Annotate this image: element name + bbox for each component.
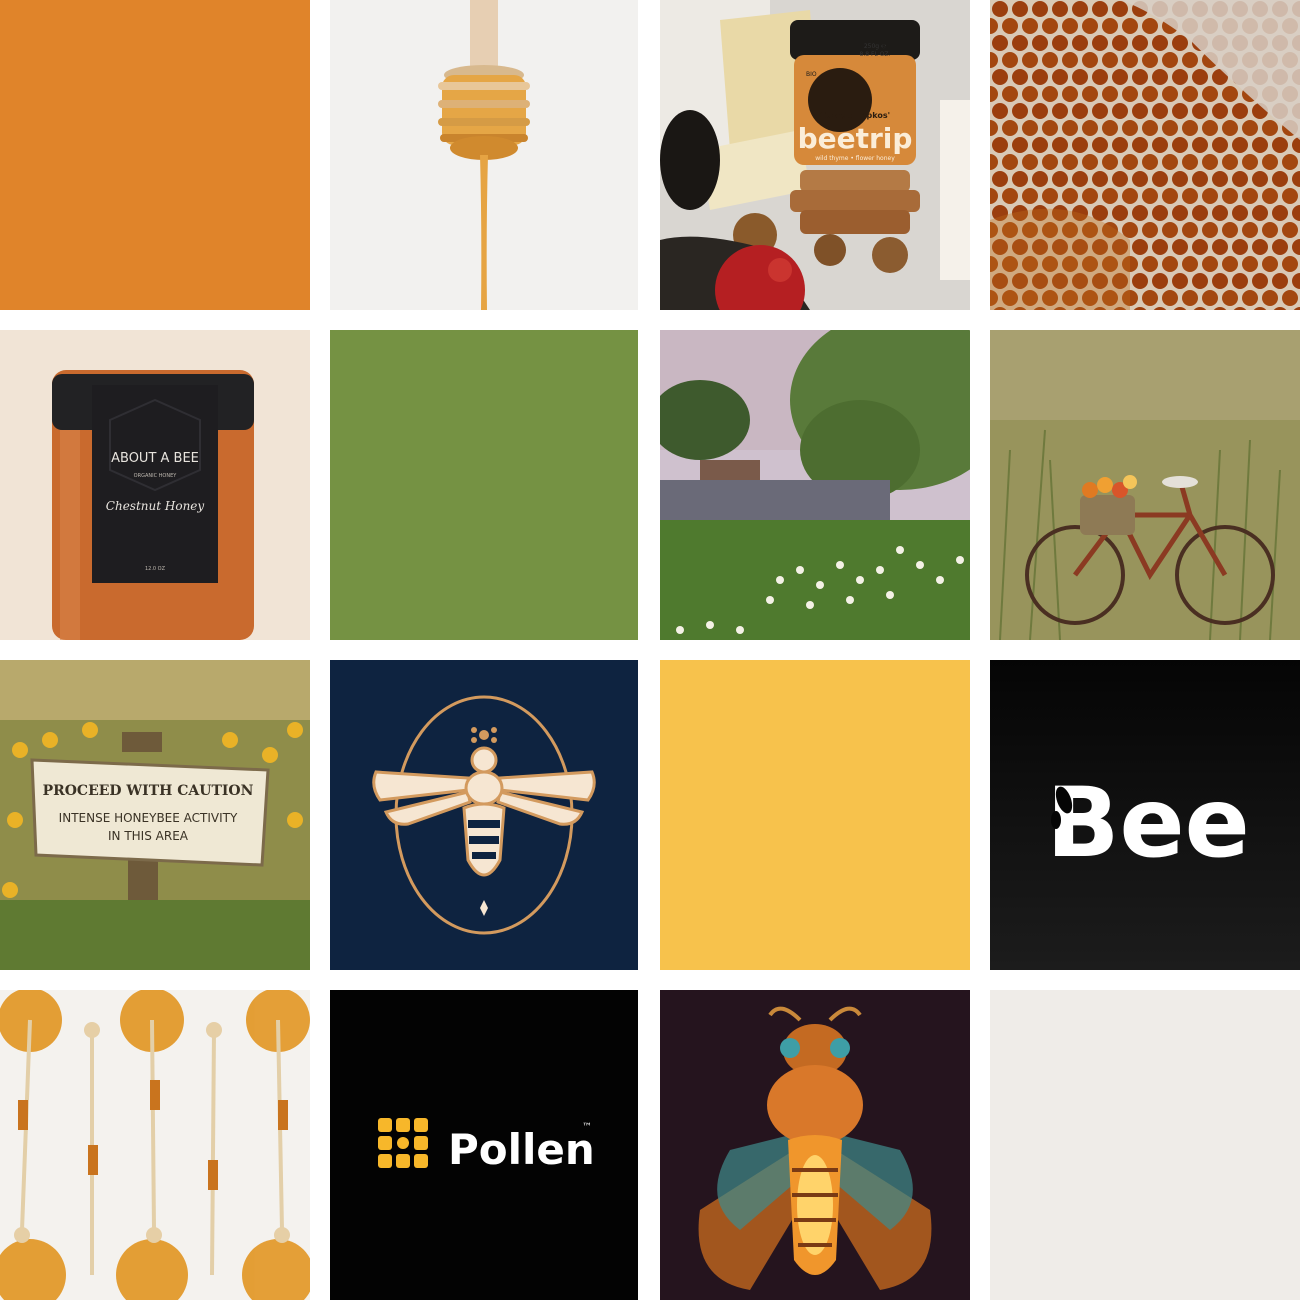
pollen-tm-text: ™ [582,1122,592,1133]
caution-sign-photo: PROCEED WITH CAUTION INTENSE HONEYBEE AC… [0,660,310,970]
sign-line2-text: INTENSE HONEYBEE ACTIVITY [59,811,238,825]
beetrip-brand-text: beetrip [798,122,913,155]
about-a-bee-jar-image: ABOUT A BEE ORGANIC HONEY Chestnut Honey… [0,330,310,640]
bee-logo-image: Bee [990,660,1300,970]
beetrip-bio-text: BIO [806,71,817,78]
glowing-bee-illustration [660,990,970,1300]
about-a-bee-jar-photo: ABOUT A BEE ORGANIC HONEY Chestnut Honey… [0,330,310,640]
swatch-orange [0,0,310,310]
beetrip-floz-text: 8.8 FL OZ. [860,51,891,58]
pollen-logo-tile: Pollen ™ [330,990,638,1300]
glowing-bee-image [660,990,970,1300]
offwhite-color-block [990,990,1300,1300]
beetrip-jar-photo: beetrip George Tripkos' 250g ℮ 8.8 FL OZ… [660,0,970,310]
honey-dipper-photo [330,0,638,310]
honeycomb-image [990,0,1300,310]
honey-dipper-image [330,0,638,310]
about-a-bee-size-text: 12.0 OZ [145,566,166,572]
swatch-offwhite [990,990,1300,1300]
honey-lollipops-image [0,990,310,1300]
about-a-bee-brand-text: ABOUT A BEE [111,451,199,466]
bee-emblem-illustration [330,660,638,970]
bee-logo-text: Bee [1046,767,1249,879]
bee-logo-tile: Bee [990,660,1300,970]
pollen-logo-text: Pollen [448,1125,595,1174]
beetrip-jar-image: beetrip George Tripkos' 250g ℮ 8.8 FL OZ… [660,0,970,310]
pollen-logo-image: Pollen ™ [330,990,638,1300]
honeycomb-photo [990,0,1300,310]
beetrip-weight-text: 250g ℮ [864,43,886,50]
beetrip-maker-text: George Tripkos' [820,111,890,120]
swatch-yellow [660,660,970,970]
orange-color-block [0,0,310,310]
bee-emblem-image [330,660,638,970]
willow-pond-image [660,330,970,640]
honey-lollipops-photo [0,990,310,1300]
bicycle-field-photo [990,330,1300,640]
beetrip-subtitle-text: wild thyme • flower honey [815,155,895,162]
about-a-bee-sub-text: ORGANIC HONEY [134,473,178,479]
green-color-block [330,330,638,640]
sign-line3-text: IN THIS AREA [108,829,189,843]
pollen-flower-icon [378,1118,428,1168]
caution-sign-image: PROCEED WITH CAUTION INTENSE HONEYBEE AC… [0,660,310,970]
bicycle-field-image [990,330,1300,640]
about-a-bee-variety-text: Chestnut Honey [106,499,205,513]
swatch-green [330,330,638,640]
yellow-color-block [660,660,970,970]
sign-line1-text: PROCEED WITH CAUTION [43,783,254,799]
willow-pond-photo [660,330,970,640]
